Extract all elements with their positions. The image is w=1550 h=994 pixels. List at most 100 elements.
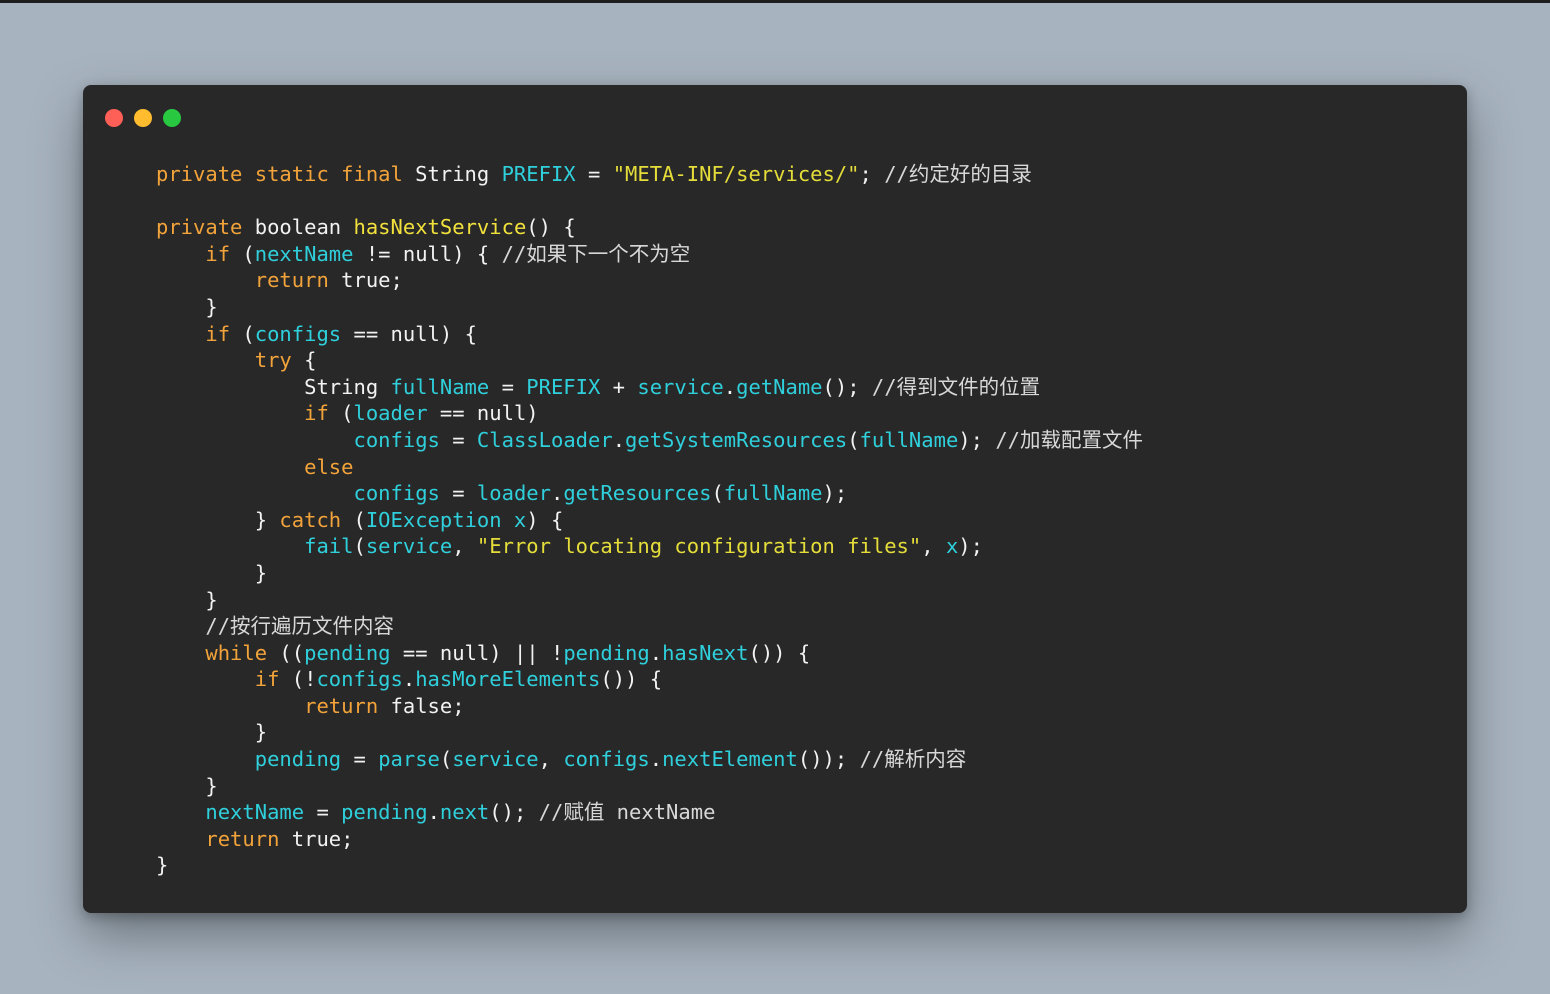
code-text-token: != null) {: [353, 241, 502, 266]
code-text-token: true;: [328, 268, 403, 293]
comment-token: //如果下一个不为空: [501, 241, 691, 266]
identifier-token: ClassLoader: [476, 427, 613, 452]
identifier-token: configs: [563, 747, 650, 772]
code-line: if (!configs.hasMoreElements()) {: [156, 666, 1143, 693]
identifier-token: loader: [476, 481, 551, 506]
code-line: }: [156, 587, 1143, 614]
identifier-token: service: [637, 374, 724, 399]
identifier-token: hasMoreElements: [415, 667, 601, 692]
comment-token: //解析内容: [859, 747, 967, 772]
code-text-token: +: [600, 374, 638, 399]
code-text-token: }: [156, 720, 268, 745]
code-line: String fullName = PREFIX + service.getNa…: [156, 374, 1143, 401]
comment-token: //赋值 nextName: [538, 800, 716, 825]
code-text-token: boolean: [242, 215, 354, 240]
code-line: private static final String PREFIX = "ME…: [156, 161, 1143, 188]
code-line: return false;: [156, 693, 1143, 720]
minimize-icon[interactable]: [134, 109, 152, 127]
code-line: if (nextName != null) { //如果下一个不为空: [156, 241, 1143, 268]
code-text-token: );: [958, 427, 996, 452]
code-text-token: .: [427, 800, 440, 825]
code-line: fail(service, "Error locating configurat…: [156, 533, 1143, 560]
identifier-token: next: [439, 800, 490, 825]
keyword-token: else: [304, 454, 354, 479]
zoom-icon[interactable]: [163, 109, 181, 127]
code-line: else: [156, 454, 1143, 481]
code-text-token: =: [439, 481, 477, 506]
keyword-token: if: [205, 241, 231, 266]
keyword-token: private: [156, 215, 243, 240]
identifier-token: pending: [254, 747, 342, 772]
code-text-token: (: [439, 747, 453, 772]
code-text-token: (: [230, 321, 255, 346]
keyword-token: return: [254, 268, 329, 293]
identifier-token: x: [945, 534, 959, 559]
code-text-token: .: [649, 640, 663, 665]
code-line: try {: [156, 347, 1143, 374]
comment-token: //加载配置文件: [995, 427, 1144, 452]
code-text-token: =: [575, 162, 613, 186]
code-text-token: }: [156, 773, 218, 798]
keyword-token: return: [205, 826, 280, 851]
code-line: pending = parse(service, configs.nextEle…: [156, 746, 1143, 773]
code-text-token: true;: [279, 826, 354, 851]
code-text-token: String: [402, 162, 502, 186]
identifier-token: fullName: [859, 427, 959, 452]
identifier-token: nextName: [205, 800, 305, 825]
code-text-token: false;: [378, 693, 465, 718]
identifier-token: fullName: [723, 481, 823, 506]
code-line: while ((pending == null) || !pending.has…: [156, 640, 1143, 667]
code-text-token: (: [847, 427, 860, 452]
code-line: }: [156, 719, 1143, 746]
code-line: }: [156, 294, 1143, 321]
close-icon[interactable]: [105, 109, 123, 127]
code-text-token: == null) {: [341, 321, 477, 346]
code-line: }: [156, 773, 1143, 800]
code-text-token: ,: [921, 534, 946, 559]
code-text-token: ();: [489, 800, 539, 825]
keyword-token: try: [254, 348, 292, 373]
identifier-token: loader: [353, 401, 428, 426]
code-line: private boolean hasNextService() {: [156, 214, 1143, 241]
code-text-token: =: [439, 427, 477, 452]
identifier-token: getResources: [563, 481, 712, 506]
keyword-token: return: [304, 693, 379, 718]
identifier-token: configs: [353, 481, 440, 506]
code-text-token: }: [156, 507, 280, 532]
identifier-token: PREFIX: [501, 162, 576, 186]
code-block: private static final String PREFIX = "ME…: [156, 161, 1143, 879]
comment-token: //按行遍历文件内容: [205, 614, 395, 639]
keyword-token: while: [205, 640, 268, 665]
code-text-token: ());: [797, 747, 860, 772]
code-text-token: ()) {: [748, 640, 811, 665]
code-text-token: .: [723, 374, 737, 399]
identifier-token: getSystemResources: [625, 427, 848, 452]
identifier-token: hasNext: [662, 640, 749, 665]
identifier-token: configs: [254, 321, 342, 346]
code-line: }: [156, 852, 1143, 879]
code-text-token: }: [156, 587, 218, 612]
identifier-token: pending: [304, 640, 391, 665]
code-line: //按行遍历文件内容: [156, 613, 1143, 640]
identifier-token: PREFIX: [526, 374, 601, 399]
code-text-token: (: [353, 534, 366, 559]
code-text-token: ) {: [526, 507, 564, 532]
keyword-token: private static final: [156, 162, 403, 186]
identifier-token: nextElement: [662, 747, 798, 772]
code-text-token: }: [156, 294, 218, 319]
code-text-token: (: [230, 241, 255, 266]
code-text-token: );: [958, 534, 983, 559]
code-text-token: );: [822, 481, 848, 506]
identifier-token: service: [365, 534, 453, 559]
code-text-token: ,: [538, 747, 564, 772]
